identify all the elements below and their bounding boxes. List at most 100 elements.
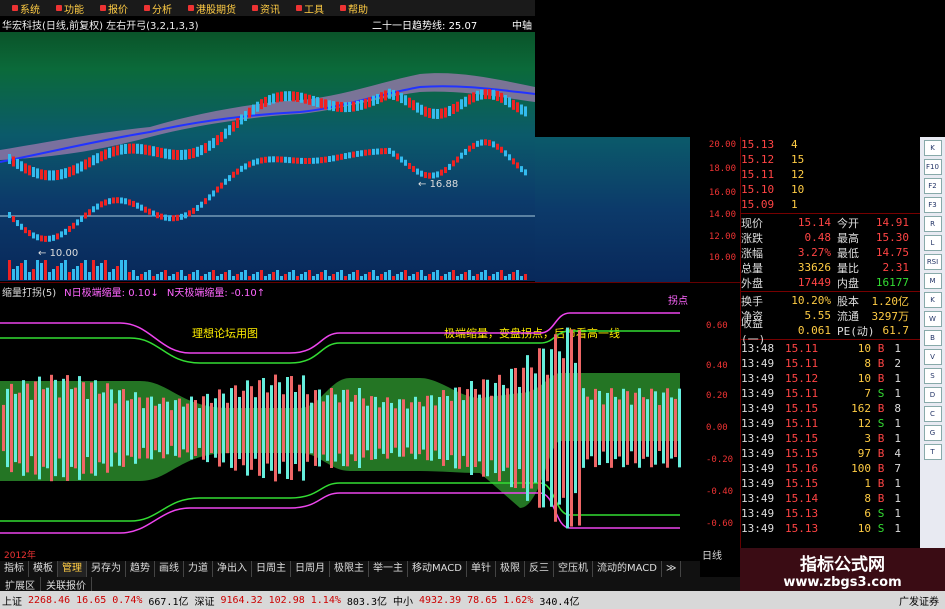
tab-indicator[interactable]: 日周月	[291, 561, 330, 577]
oscillator-bar	[414, 396, 417, 460]
candle	[220, 182, 223, 189]
tick-row[interactable]: 13:48 15.11 10 B 1	[741, 341, 920, 356]
tick-count: 7	[894, 462, 901, 475]
menu-bar: 系统 功能 报价 分析 港股期货 资讯 工具 帮助	[0, 0, 535, 16]
oscillator-bar	[186, 403, 189, 453]
side-tool-icon[interactable]: B	[923, 330, 942, 346]
tick-count: 1	[894, 507, 901, 520]
side-tool-icon[interactable]: G	[923, 425, 942, 441]
tab-indicator[interactable]: 另存为	[87, 561, 126, 577]
tab-indicator[interactable]: 日周主	[252, 561, 291, 577]
candle	[476, 90, 479, 101]
tick-list[interactable]: 13:48 15.11 10 B 1 13:49 15.11 8 B 2 13:49 15.12 10 B…	[741, 341, 920, 536]
oscillator-bar	[454, 387, 457, 469]
side-tool-icon[interactable]: RSI	[923, 254, 942, 270]
menu-analysis[interactable]: 分析	[138, 1, 178, 16]
tick-volume: 8	[864, 357, 871, 370]
side-tool-icon[interactable]: V	[923, 349, 942, 365]
candle	[412, 100, 415, 111]
menu-hk-futures[interactable]: 港股期货	[182, 1, 242, 16]
tab-indicator[interactable]: 单针	[467, 561, 496, 577]
tick-row[interactable]: 13:49 15.15 3 B 1	[741, 431, 920, 446]
tab-indicator[interactable]: 极限主	[330, 561, 369, 577]
side-tool-icon[interactable]: R	[923, 216, 942, 232]
ask-row[interactable]: 15.13 4	[741, 137, 920, 152]
ask-row[interactable]: 15.09 1	[741, 197, 920, 212]
side-tool-icon[interactable]: D	[923, 387, 942, 403]
menu-function[interactable]: 功能	[50, 1, 90, 16]
tick-row[interactable]: 13:49 15.15 162 B 8	[741, 401, 920, 416]
tick-row[interactable]: 13:49 15.15 1 B 1	[741, 476, 920, 491]
menu-tools[interactable]: 工具	[290, 1, 330, 16]
tab-indicator[interactable]: 指标	[0, 561, 29, 577]
side-tool-icon[interactable]: K	[923, 292, 942, 308]
volume-bar	[476, 274, 479, 280]
ask-row[interactable]: 15.11 12	[741, 167, 920, 182]
tab-indicator[interactable]: 管理	[58, 561, 87, 577]
side-tool-icon[interactable]: K	[923, 140, 942, 156]
main-kline-chart[interactable]: 华宏科技(日线,前复权) 左右开弓(3,2,1,3,3) 二十一日趋势线: 25…	[0, 16, 535, 281]
tab-indicator[interactable]: 画线	[155, 561, 184, 577]
side-tool-icon[interactable]: L	[923, 235, 942, 251]
volume-bar	[84, 260, 87, 280]
tab-indicator[interactable]: 极限	[496, 561, 525, 577]
tab-indicator[interactable]: 反三	[525, 561, 554, 577]
tick-count: 1	[894, 417, 901, 430]
tick-row[interactable]: 13:49 15.15 97 B 4	[741, 446, 920, 461]
tab-indicator[interactable]: 移动MACD	[408, 561, 467, 577]
volume-bar	[252, 274, 255, 280]
side-tool-icon[interactable]: S	[923, 368, 942, 384]
indicator-panel[interactable]: 缩量打拐(5) N日极端缩量: 0.10↓ N天极端缩量: -0.10↑ 拐点 …	[0, 282, 740, 547]
chart-title: 华宏科技(日线,前复权) 左右开弓(3,2,1,3,3)	[2, 20, 199, 32]
side-tool-icon[interactable]: T	[923, 444, 942, 460]
tick-row[interactable]: 13:49 15.16 100 B 7	[741, 461, 920, 476]
tab-indicator[interactable]: 空压机	[554, 561, 593, 577]
volume-bar	[296, 276, 299, 280]
annotation-high: ← 16.88	[418, 179, 459, 190]
oscillator-bar	[82, 382, 85, 474]
menu-news[interactable]: 资讯	[246, 1, 286, 16]
tick-flag: B	[877, 492, 885, 505]
tick-row[interactable]: 13:49 15.13 6 S 1	[741, 506, 920, 521]
volume-bar	[80, 263, 83, 280]
tick-row[interactable]: 13:49 15.11 12 S 1	[741, 416, 920, 431]
candle	[64, 168, 67, 179]
tab-indicator[interactable]: 举一主	[369, 561, 408, 577]
tab-indicator[interactable]: 净出入	[213, 561, 252, 577]
tick-count: 8	[894, 402, 901, 415]
side-tool-icon[interactable]: C	[923, 406, 942, 422]
side-tool-icon[interactable]: F10	[923, 159, 942, 175]
oscillator-bar	[550, 349, 553, 507]
menu-help[interactable]: 帮助	[334, 1, 374, 16]
tick-row[interactable]: 13:49 15.13 10 S 1	[741, 521, 920, 536]
tab-indicator[interactable]: 趋势	[126, 561, 155, 577]
ask-row[interactable]: 15.10 10	[741, 182, 920, 197]
tick-row[interactable]: 13:49 15.11 8 B 2	[741, 356, 920, 371]
tick-row[interactable]: 13:49 15.14 8 B 1	[741, 491, 920, 506]
oscillator-bar	[50, 374, 53, 482]
oscillator-bar	[98, 393, 101, 463]
tick-row[interactable]: 13:49 15.11 7 S 1	[741, 386, 920, 401]
period-label[interactable]: 日线	[702, 547, 722, 562]
volume-bar	[396, 274, 399, 280]
oscillator-bar	[482, 379, 485, 477]
side-tool-icon[interactable]: F3	[923, 197, 942, 213]
side-tool-icon[interactable]: M	[923, 273, 942, 289]
tick-row[interactable]: 13:49 15.12 10 B 1	[741, 371, 920, 386]
oscillator-bar	[450, 400, 453, 456]
side-tool-icon[interactable]: W	[923, 311, 942, 327]
tab-indicator[interactable]: 模板	[29, 561, 58, 577]
tab-indicator[interactable]: 流动的MACD	[593, 561, 662, 577]
tab-indicator[interactable]: ≫	[662, 561, 682, 577]
oscillator-bar	[198, 408, 201, 448]
candle	[488, 89, 491, 100]
tab-related-quote[interactable]: 关联报价	[41, 576, 92, 592]
candle	[236, 168, 239, 175]
menu-quote[interactable]: 报价	[94, 1, 134, 16]
tab-extension[interactable]: 扩展区	[0, 576, 41, 592]
tab-indicator[interactable]: 力道	[184, 561, 213, 577]
menu-system[interactable]: 系统	[6, 1, 46, 16]
side-tool-icon[interactable]: F2	[923, 178, 942, 194]
volume-bar	[464, 272, 467, 280]
ask-row[interactable]: 15.12 15	[741, 152, 920, 167]
